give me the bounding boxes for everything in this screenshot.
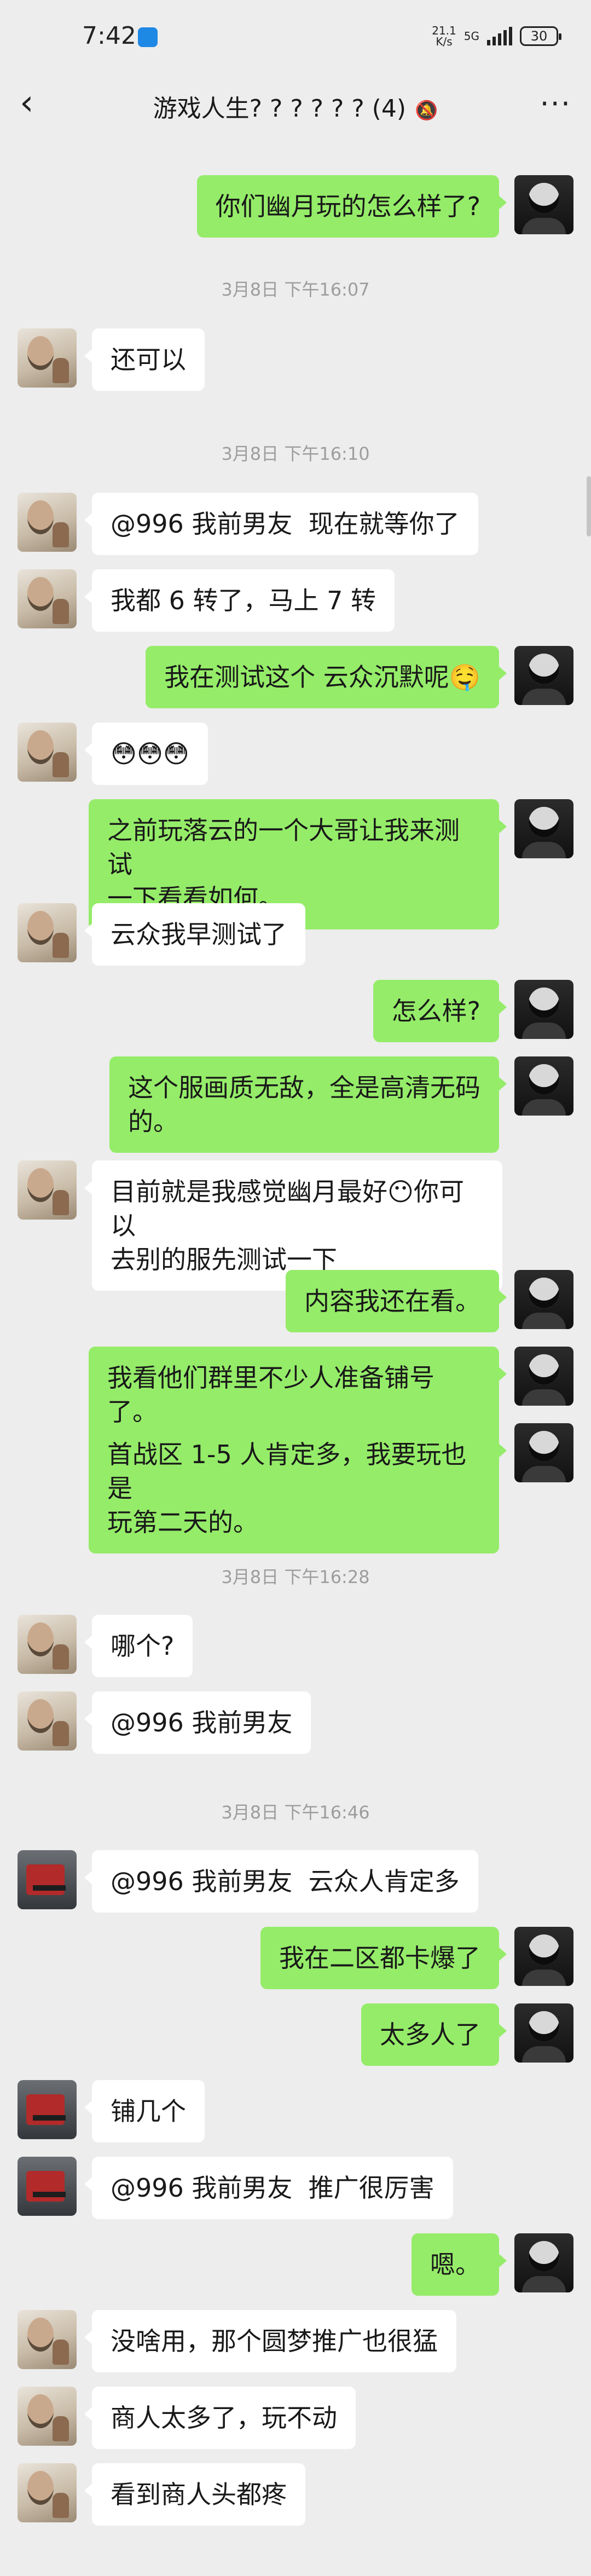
incoming-message-bubble[interactable]: 看到商人头都疼 (84, 2463, 305, 2526)
message-row: 我在测试这个 云众沉默呢🤤 (0, 646, 591, 708)
avatar[interactable] (18, 1160, 77, 1220)
status-time: 7:42 (82, 22, 136, 50)
message-row: 看到商人头都疼 (0, 2463, 591, 2526)
message-row: 这个服画质无敌，全是高清无码 的。 (0, 1056, 591, 1153)
avatar[interactable] (514, 1270, 573, 1329)
incoming-message-bubble[interactable]: 哪个? (84, 1615, 193, 1677)
outgoing-message-bubble[interactable]: 嗯。 (412, 2233, 507, 2296)
incoming-message-bubble[interactable]: 云众我早测试了 (84, 903, 305, 966)
incoming-message-bubble[interactable]: 我都 6 转了，马上 7 转 (84, 569, 395, 632)
notification-app-icon (138, 27, 158, 47)
avatar[interactable] (514, 646, 573, 705)
message-row: 还可以 (0, 328, 591, 391)
avatar[interactable] (514, 1347, 573, 1406)
status-bar: 7:42 21.1 K/s 5G 30 (0, 0, 591, 77)
bell-slash-icon: 🔕 (415, 100, 438, 122)
signal-icon (487, 27, 512, 45)
outgoing-message-bubble[interactable]: 太多人了 (361, 2003, 507, 2066)
battery-icon: 30 (520, 26, 561, 46)
avatar[interactable] (18, 328, 77, 388)
message-row: 首战区 1-5 人肯定多，我要玩也是 玩第二天的。 (0, 1423, 591, 1553)
outgoing-message-bubble[interactable]: 怎么样? (373, 980, 507, 1042)
message-row: 没啥用，那个圆梦推广也很猛 (0, 2310, 591, 2372)
message-row: 太多人了 (0, 2003, 591, 2066)
incoming-message-bubble[interactable]: 商人太多了，玩不动 (84, 2387, 356, 2449)
network-type: 5G (463, 30, 479, 43)
message-row: 我看他们群里不少人准备铺号了。 (0, 1347, 591, 1443)
message-row: 目前就是我感觉幽月最好😶你可以 去别的服先测试一下 (0, 1160, 591, 1291)
message-row: @996 我前男友 现在就等你了 (0, 493, 591, 555)
ellipsis-icon[interactable]: ··· (540, 86, 572, 121)
chat-timestamp: 3月8日 下午16:28 (221, 1567, 370, 1587)
message-row: 哪个? (0, 1615, 591, 1677)
message-row: 我都 6 转了，马上 7 转 (0, 569, 591, 632)
message-row: @996 我前男友 推广很厉害 (0, 2157, 591, 2219)
message-row: 😳😳😳 (0, 723, 591, 785)
outgoing-message-bubble[interactable]: 我在二区都卡爆了 (260, 1927, 507, 1989)
message-row: 我在二区都卡爆了 (0, 1927, 591, 1989)
avatar[interactable] (18, 903, 77, 962)
message-row: 你们幽月玩的怎么样了? (0, 175, 591, 238)
avatar[interactable] (18, 493, 77, 552)
avatar[interactable] (18, 723, 77, 782)
avatar[interactable] (18, 2387, 77, 2446)
chat-title-text: 游戏人生? ? ? ? ? ? (4) (153, 95, 407, 123)
incoming-message-bubble[interactable]: 没啥用，那个圆梦推广也很猛 (84, 2310, 456, 2372)
outgoing-message-bubble[interactable]: 我在测试这个 云众沉默呢🤤 (146, 646, 507, 708)
network-speed: 21.1 K/s (432, 24, 456, 48)
chat-timestamp: 3月8日 下午16:10 (221, 443, 370, 464)
avatar[interactable] (18, 2310, 77, 2369)
incoming-message-bubble[interactable]: 还可以 (84, 328, 205, 391)
message-row: 之前玩落云的一个大哥让我来测试 一下看看如何。 (0, 799, 591, 929)
avatar[interactable] (514, 1927, 573, 1986)
avatar[interactable] (514, 1056, 573, 1116)
avatar[interactable] (514, 1423, 573, 1482)
outgoing-message-bubble[interactable]: 首战区 1-5 人肯定多，我要玩也是 玩第二天的。 (89, 1423, 507, 1553)
message-row: @996 我前男友 (0, 1691, 591, 1754)
avatar[interactable] (18, 2080, 77, 2139)
avatar[interactable] (514, 175, 573, 234)
outgoing-message-bubble[interactable]: 这个服画质无敌，全是高清无码 的。 (109, 1056, 507, 1153)
incoming-message-bubble[interactable]: 😳😳😳 (84, 723, 208, 785)
chat-timestamp: 3月8日 下午16:07 (221, 279, 370, 300)
outgoing-message-bubble[interactable]: 你们幽月玩的怎么样了? (196, 175, 507, 238)
chat-title: 游戏人生? ? ? ? ? ? (4) 🔕 (0, 89, 591, 124)
incoming-message-bubble[interactable]: 铺几个 (84, 2080, 205, 2142)
avatar[interactable] (514, 2003, 573, 2063)
message-row: 商人太多了，玩不动 (0, 2387, 591, 2449)
message-row: @996 我前男友 云众人肯定多 (0, 1850, 591, 1913)
avatar[interactable] (18, 569, 77, 628)
avatar[interactable] (18, 1850, 77, 1909)
avatar[interactable] (18, 2157, 77, 2216)
avatar[interactable] (18, 1691, 77, 1751)
avatar[interactable] (514, 799, 573, 858)
message-row: 内容我还在看。 (0, 1270, 591, 1332)
avatar[interactable] (514, 2233, 573, 2292)
status-indicators: 21.1 K/s 5G 30 (432, 23, 561, 49)
avatar[interactable] (514, 980, 573, 1039)
message-row: 怎么样? (0, 980, 591, 1042)
chat-timestamp: 3月8日 下午16:46 (221, 1802, 370, 1823)
incoming-message-bubble[interactable]: @996 我前男友 云众人肯定多 (84, 1850, 478, 1913)
avatar[interactable] (18, 1615, 77, 1674)
incoming-message-bubble[interactable]: @996 我前男友 推广很厉害 (84, 2157, 453, 2219)
avatar[interactable] (18, 2463, 77, 2522)
message-row: 嗯。 (0, 2233, 591, 2296)
chat-header: ‹ 游戏人生? ? ? ? ? ? (4) 🔕 ··· (0, 77, 591, 131)
message-row: 云众我早测试了 (0, 903, 591, 966)
outgoing-message-bubble[interactable]: 内容我还在看。 (286, 1270, 507, 1332)
incoming-message-bubble[interactable]: @996 我前男友 现在就等你了 (84, 493, 478, 555)
message-row: 铺几个 (0, 2080, 591, 2142)
incoming-message-bubble[interactable]: @996 我前男友 (84, 1691, 311, 1754)
